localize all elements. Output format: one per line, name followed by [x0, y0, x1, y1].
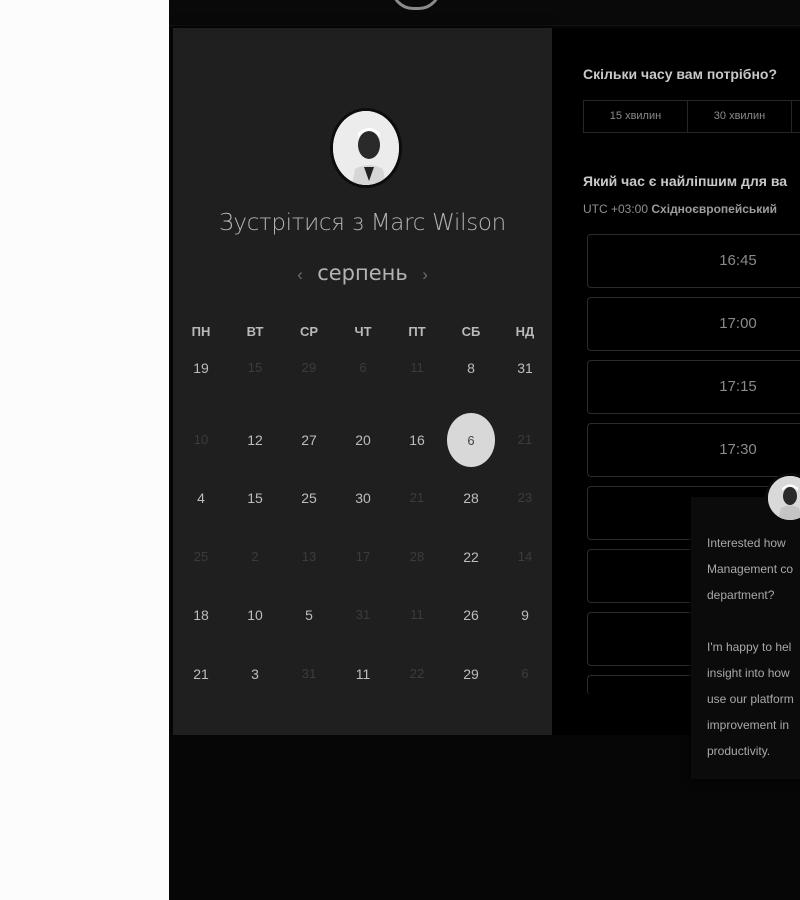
calendar-day[interactable]: 31: [498, 356, 552, 380]
duration-option-more[interactable]: [792, 101, 800, 132]
calendar-day: 17: [355, 549, 371, 564]
duration-option-15[interactable]: 15 хвилин: [584, 101, 688, 132]
time-slot[interactable]: 17:15: [587, 360, 800, 414]
chat-line: I'm happy to hel: [707, 640, 792, 654]
calendar-week-row: 18 10 5 31 11 26 9: [174, 590, 552, 640]
calendar-week-row: 19 15 29 6 11 8 31: [174, 356, 552, 380]
duration-selector: 15 хвилин 30 хвилин: [583, 100, 800, 133]
timezone-label: UTC +03:00 Східноєвропейський: [583, 202, 777, 216]
weekday-label: НД: [515, 324, 535, 339]
calendar-day: 10: [193, 432, 209, 447]
top-bar: [169, 0, 800, 26]
chat-message: Interested how Management co department?…: [707, 530, 800, 764]
calendar-day: 11: [410, 360, 424, 375]
month-navigation: ‹ серпень ›: [173, 261, 552, 285]
duration-option-30[interactable]: 30 хвилин: [688, 101, 792, 132]
calendar-day[interactable]: 28: [444, 473, 498, 523]
chat-popup[interactable]: Interested how Management co department?…: [691, 497, 800, 779]
meet-title: Зустрітися з Marc Wilson: [219, 210, 506, 236]
calendar-week-row: 25 2 13 17 28 22 14: [174, 532, 552, 582]
calendar-day[interactable]: 19: [174, 356, 228, 380]
weekday-label: СР: [299, 324, 319, 339]
calendar-day-selected[interactable]: 6: [444, 413, 498, 467]
calendar-week-row: 21 3 31 11 22 29 6: [174, 649, 552, 699]
calendar-day[interactable]: 21: [174, 649, 228, 699]
chat-line: use our platform: [707, 692, 794, 706]
chat-line: productivity.: [707, 744, 771, 758]
next-month-button[interactable]: ›: [412, 265, 438, 285]
calendar-day: 14: [517, 549, 533, 564]
calendar-day[interactable]: 27: [282, 415, 336, 465]
calendar-day[interactable]: 30: [336, 473, 390, 523]
calendar-day: 2: [251, 549, 259, 564]
time-slot-label: 16:45: [719, 252, 757, 269]
calendar-day[interactable]: 20: [336, 415, 390, 465]
calendar-day[interactable]: 26: [444, 590, 498, 640]
calendar-day: 13: [301, 549, 317, 564]
weekday-label: СБ: [461, 324, 481, 339]
timezone-name: Східноєвропейський: [651, 202, 778, 216]
current-month: серпень: [317, 261, 408, 285]
calendar-day[interactable]: 11: [336, 649, 390, 699]
calendar-day: 22: [409, 666, 425, 681]
calendar-day[interactable]: 12: [228, 415, 282, 465]
chat-line: department?: [707, 588, 775, 602]
calendar-day[interactable]: 18: [174, 590, 228, 640]
calendar-day[interactable]: 29: [444, 649, 498, 699]
time-slot[interactable]: 16:45: [587, 234, 800, 288]
calendar-day[interactable]: 4: [174, 473, 228, 523]
calendar-day: 31: [301, 666, 317, 681]
chat-line: [707, 608, 800, 634]
weekday-label: ПН: [191, 324, 211, 339]
page-margin: [0, 0, 169, 900]
calendar-week-row: 4 15 25 30 21 28 23: [174, 473, 552, 523]
timezone-offset: UTC +03:00: [583, 202, 649, 216]
calendar-day: 11: [410, 607, 424, 622]
chat-line: improvement in: [707, 718, 790, 732]
weekday-header: ПН ВТ СР ЧТ ПТ СБ НД: [174, 324, 552, 339]
calendar-day: 23: [517, 490, 533, 505]
calendar-day: 21: [409, 490, 425, 505]
calendar-day: 28: [409, 549, 425, 564]
time-slot[interactable]: 17:00: [587, 297, 800, 351]
calendar-day: 6: [521, 666, 529, 681]
calendar-day[interactable]: 5: [282, 590, 336, 640]
calendar-day[interactable]: 10: [228, 590, 282, 640]
calendar-day[interactable]: 25: [282, 473, 336, 523]
calendar-day: 25: [193, 549, 209, 564]
calendar-day[interactable]: 3: [228, 649, 282, 699]
chat-line: Interested how: [707, 536, 786, 550]
calendar-day: 6: [359, 360, 367, 375]
scheduler-app: Зустрітися з Marc Wilson ‹ серпень › ПН …: [169, 0, 800, 900]
calendar-day: 29: [301, 360, 317, 375]
weekday-label: ВТ: [246, 324, 264, 339]
calendar-panel: Зустрітися з Marc Wilson ‹ серпень › ПН …: [173, 28, 552, 735]
calendar-day[interactable]: 8: [444, 356, 498, 380]
time-slot-label: 17:15: [719, 378, 757, 395]
prev-month-button[interactable]: ‹: [287, 265, 313, 285]
chat-line: Management co: [707, 562, 794, 576]
calendar-day[interactable]: 16: [390, 415, 444, 465]
chat-line: insight into how: [707, 666, 790, 680]
weekday-label: ПТ: [408, 324, 426, 339]
time-slot[interactable]: 17:30: [587, 423, 800, 477]
weekday-label: ЧТ: [354, 324, 372, 339]
duration-question: Скільки часу вам потрібно?: [583, 66, 778, 82]
logo-icon: [391, 0, 441, 10]
calendar-day[interactable]: 22: [444, 532, 498, 582]
time-slot-label: 17:30: [719, 441, 757, 458]
host-avatar: [330, 108, 402, 188]
calendar-day: 31: [355, 607, 371, 622]
calendar-day[interactable]: 9: [498, 590, 552, 640]
time-slot-label: 17:00: [719, 315, 757, 332]
calendar-week-row: 10 12 27 20 16 6 21: [174, 413, 552, 467]
calendar-day[interactable]: 15: [228, 473, 282, 523]
calendar-day: 21: [517, 432, 533, 447]
calendar-day: 15: [247, 360, 263, 375]
time-question: Який час є найліпшим для ва: [583, 173, 788, 189]
